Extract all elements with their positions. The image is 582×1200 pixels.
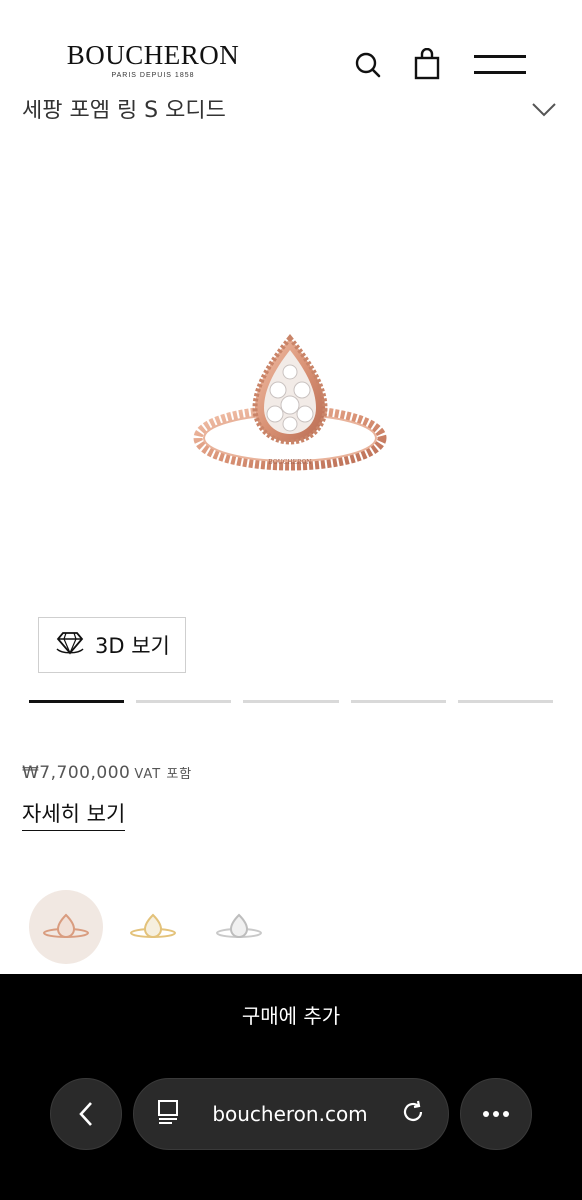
site-header: BOUCHERON PARIS DEPUIS 1858 [0,0,582,100]
gallery-pager-segment[interactable] [136,700,232,703]
product-image[interactable]: BOUCHERON [180,330,400,490]
variant-swatch-white-gold[interactable] [202,890,276,964]
product-title-text: 세팡 포엠 링 S 오디드 [22,100,226,122]
reload-icon[interactable] [400,1099,426,1129]
shopping-bag-icon[interactable] [409,46,445,82]
hamburger-menu-icon[interactable] [474,53,528,77]
variant-swatch-rose-gold[interactable] [29,890,103,964]
page-tabs-icon[interactable] [156,1099,180,1129]
vat-label: VAT 포함 [134,767,193,782]
details-link[interactable]: 자세히 보기 [22,798,126,831]
view-3d-label: 3D 보기 [95,634,170,658]
brand-tagline: PARIS DEPUIS 1858 [111,72,195,79]
back-arrow-icon[interactable] [50,1078,122,1150]
product-title-partial: 세팡 포엠 링 S 오디드 [0,100,582,122]
gallery-pager [29,700,554,703]
gallery-pager-segment[interactable] [243,700,339,703]
variant-swatch-yellow-gold[interactable] [116,890,190,964]
diamond-rotate-icon [55,629,85,661]
price-value: ₩7,700,000 [22,763,131,783]
brand-logo[interactable]: BOUCHERON PARIS DEPUIS 1858 [58,40,248,79]
more-dots-icon[interactable] [460,1078,532,1150]
add-to-cart-button[interactable]: 구매에 추가 [0,1000,582,1029]
view-3d-button[interactable]: 3D 보기 [38,617,186,673]
svg-text:BOUCHERON: BOUCHERON [268,459,311,466]
gallery-pager-segment[interactable] [350,700,446,703]
chevron-down-icon[interactable] [530,100,558,124]
search-icon[interactable] [350,47,386,83]
address-bar[interactable]: boucheron.com [133,1078,449,1150]
gallery-pager-segment[interactable] [29,700,125,703]
brand-wordmark: BOUCHERON [66,40,240,70]
url-text: boucheron.com [212,1102,368,1126]
price-line: ₩7,700,000 VAT 포함 [22,763,192,783]
gallery-pager-segment[interactable] [457,700,554,703]
